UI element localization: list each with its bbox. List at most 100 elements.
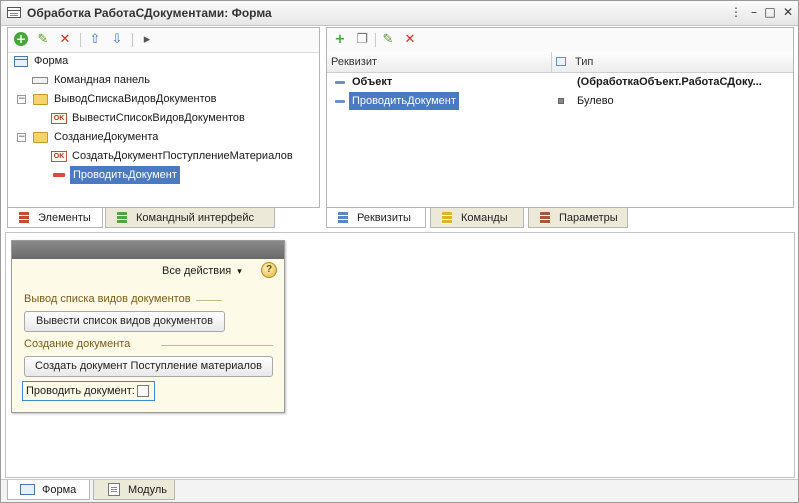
add-attribute-button[interactable]: +: [331, 31, 349, 49]
create-document-button[interactable]: Создать документ Поступление материалов: [24, 356, 273, 377]
attributes-toolbar: + ❐ ✎ ✕: [327, 28, 793, 53]
elements-pane: + ✎ ✕ ⇧ ⇩ ▸ Форма Командная панель − Выв…: [7, 27, 320, 208]
button-ok-icon: OK: [51, 151, 67, 162]
form-icon: [14, 56, 28, 67]
attributes-icon: [338, 212, 348, 224]
copy-attribute-button[interactable]: ❐: [353, 31, 371, 49]
module-icon: [108, 483, 120, 496]
edit-element-button[interactable]: ✎: [34, 31, 52, 49]
arrow-up-icon: ⇧: [89, 32, 101, 47]
add-attribute-icon: +: [334, 32, 346, 47]
post-document-field: Проводить документ:: [22, 381, 155, 401]
commands-icon: [442, 212, 452, 224]
elements-tabs: Элементы Командный интерфейс: [7, 208, 320, 228]
help-icon: ?: [265, 264, 273, 275]
attributes-pane: + ❐ ✎ ✕ Реквизит Тип Объект (ОбработкаОб…: [326, 27, 794, 208]
tab-command-interface[interactable]: Командный интерфейс: [105, 208, 275, 228]
output-doc-types-button[interactable]: Вывести список видов документов: [24, 311, 225, 332]
column-header-attribute[interactable]: Реквизит: [327, 52, 549, 72]
group-title-output: Вывод списка видов документов: [24, 293, 191, 305]
edit-attribute-button[interactable]: ✎: [379, 31, 397, 49]
tab-label: Форма: [42, 484, 77, 496]
help-button[interactable]: ?: [261, 262, 277, 278]
dropdown-icon: ▾: [237, 267, 242, 277]
attribute-icon: [335, 100, 345, 103]
tab-label: Командный интерфейс: [136, 212, 255, 224]
button-ok-icon: OK: [51, 113, 67, 124]
tree-item-field-post[interactable]: ПроводитьДокумент: [12, 166, 312, 184]
column-header-type[interactable]: Тип: [571, 52, 593, 72]
attribute-name-selected: ПроводитьДокумент: [349, 92, 459, 110]
tab-label: Модуль: [128, 484, 167, 496]
tab-module[interactable]: Модуль: [93, 480, 175, 500]
minimize-icon[interactable]: –: [746, 4, 762, 20]
pencil-icon: ✎: [37, 32, 49, 47]
tab-commands[interactable]: Команды: [430, 208, 524, 228]
attributes-grid-header: Реквизит Тип: [327, 52, 793, 73]
collapse-icon[interactable]: −: [17, 133, 26, 142]
arrow-down-icon: ⇩: [111, 32, 123, 47]
move-down-button[interactable]: ⇩: [108, 31, 126, 49]
form-window-icon: [7, 7, 21, 18]
tree-item-label: ВыводСпискаВидовДокументов: [54, 93, 217, 105]
command-interface-icon: [117, 212, 127, 224]
window-title: Обработка РаботаСДокументами: Форма: [27, 6, 272, 20]
add-element-button[interactable]: +: [12, 31, 30, 49]
tree-item-group-create[interactable]: − СозданиеДокумента: [12, 128, 312, 146]
copy-icon: ❐: [356, 32, 368, 47]
all-actions-menu[interactable]: Все действия ▾: [162, 265, 242, 277]
folder-icon: [33, 94, 48, 105]
move-up-button[interactable]: ⇧: [86, 31, 104, 49]
column-divider: [551, 52, 552, 72]
delete-element-button[interactable]: ✕: [56, 31, 74, 49]
tree-item-label: СозданиеДокумента: [54, 131, 159, 143]
tree-item-label-selected: ПроводитьДокумент: [70, 166, 180, 184]
tab-attributes[interactable]: Реквизиты: [326, 208, 426, 228]
delete-attribute-button[interactable]: ✕: [401, 31, 419, 49]
restore-icon[interactable]: □: [762, 4, 778, 20]
attribute-row[interactable]: ПроводитьДокумент Булево: [331, 92, 791, 110]
tab-label: Команды: [461, 212, 508, 224]
add-icon: +: [14, 32, 28, 46]
group-separator: [161, 345, 273, 346]
toolbar-separator: [375, 33, 376, 47]
tree-item-button-create[interactable]: OK СоздатьДокументПоступлениеМатериалов: [12, 147, 312, 165]
form-preview: Все действия ▾ ? Вывод списка видов доку…: [11, 240, 285, 413]
bottom-tab-bar: Форма Модуль: [1, 479, 798, 502]
attribute-row[interactable]: Объект (ОбработкаОбъект.РаботаСДоку...: [331, 73, 791, 91]
tree-item-group-output[interactable]: − ВыводСпискаВидовДокументов: [12, 90, 312, 108]
group-title-create: Создание документа: [24, 338, 131, 350]
elements-toolbar: + ✎ ✕ ⇧ ⇩ ▸: [8, 28, 319, 53]
pencil-icon: ✎: [382, 32, 394, 47]
attribute-name: Объект: [352, 76, 393, 88]
tab-elements[interactable]: Элементы: [7, 208, 103, 228]
more-actions-button[interactable]: ▸: [138, 31, 156, 49]
post-document-checkbox[interactable]: [137, 385, 149, 397]
attribute-icon: [335, 81, 345, 84]
elements-icon: [19, 212, 29, 224]
all-actions-label: Все действия: [162, 265, 232, 277]
field-icon: [53, 173, 65, 177]
menu-icon[interactable]: ⋮: [728, 4, 744, 20]
close-icon[interactable]: ✕: [780, 4, 796, 20]
tab-parameters[interactable]: Параметры: [528, 208, 628, 228]
form-icon: [20, 484, 35, 495]
boolean-type-icon: [558, 98, 564, 104]
title-bar: Обработка РаботаСДокументами: Форма ⋮ – …: [1, 1, 798, 26]
parameters-icon: [540, 212, 550, 224]
delete-icon: ✕: [404, 32, 416, 47]
designer-window: Обработка РаботаСДокументами: Форма ⋮ – …: [0, 0, 799, 503]
folder-icon: [33, 132, 48, 143]
tab-label: Элементы: [38, 212, 91, 224]
collapse-icon[interactable]: −: [17, 95, 26, 104]
column-type-icon: [556, 57, 566, 66]
command-panel-icon: [32, 77, 48, 84]
tab-form[interactable]: Форма: [7, 480, 90, 500]
more-icon: ▸: [143, 32, 151, 47]
checkbox-label: Проводить документ:: [26, 385, 135, 397]
group-separator: [196, 300, 222, 301]
tab-label: Реквизиты: [357, 212, 411, 224]
tree-item-button-output[interactable]: OK ВывестиСписокВидовДокументов: [12, 109, 312, 127]
tree-item-label: СоздатьДокументПоступлениеМатериалов: [72, 150, 293, 162]
tree-item-label: Форма: [34, 55, 69, 67]
